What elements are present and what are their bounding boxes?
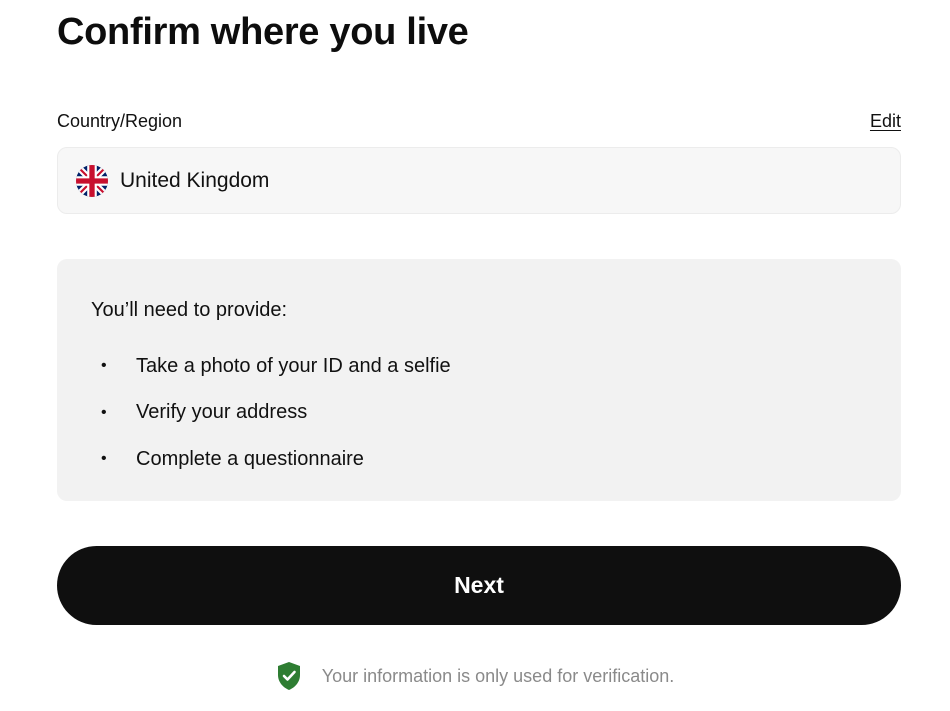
requirement-text: Complete a questionnaire — [136, 447, 364, 470]
requirement-text: Take a photo of your ID and a selfie — [136, 354, 451, 377]
shield-check-icon — [277, 662, 300, 690]
list-item: • Verify your address — [91, 390, 451, 437]
list-item: • Complete a questionnaire — [91, 436, 451, 483]
requirements-heading: You’ll need to provide: — [91, 299, 288, 321]
privacy-text: Your information is only used for verifi… — [321, 665, 675, 686]
list-item: • Take a photo of your ID and a selfie — [91, 343, 451, 390]
privacy-note: Your information is only used for verifi… — [0, 660, 950, 692]
bullet: • — [101, 357, 107, 375]
requirements-panel: You’ll need to provide: • Take a photo o… — [57, 259, 901, 501]
country-region-label: Country/Region — [57, 111, 183, 131]
country-field: United Kingdom — [57, 147, 901, 214]
uk-flag-icon — [76, 164, 108, 197]
confirm-residence-page: Confirm where you live Country/Region Ed… — [0, 0, 950, 711]
requirements-list: • Take a photo of your ID and a selfie •… — [91, 343, 451, 483]
requirement-text: Verify your address — [136, 401, 308, 424]
next-button[interactable]: Next — [57, 546, 901, 625]
page-title: Confirm where you live — [57, 11, 469, 53]
country-value: United Kingdom — [120, 168, 270, 192]
bullet: • — [101, 450, 107, 468]
bullet: • — [101, 403, 107, 421]
edit-country-link[interactable]: Edit — [870, 109, 901, 133]
